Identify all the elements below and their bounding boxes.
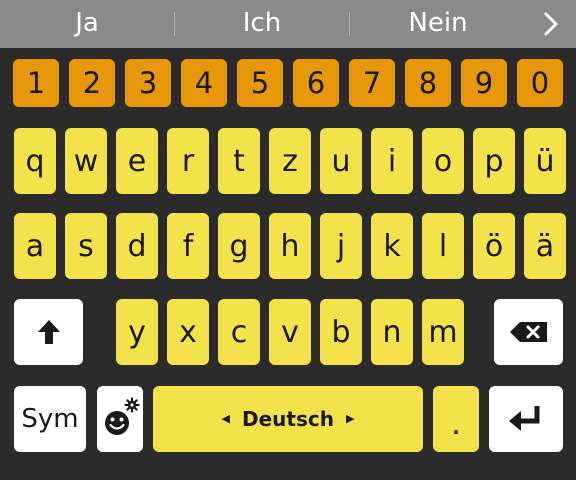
key-x[interactable]: x xyxy=(167,299,209,365)
emoji-settings-icon xyxy=(105,397,140,435)
key-h[interactable]: h xyxy=(269,213,311,279)
key-r[interactable]: r xyxy=(167,128,209,194)
key-8[interactable]: 8 xyxy=(405,59,451,107)
key-l[interactable]: l xyxy=(422,213,464,279)
key-y[interactable]: y xyxy=(116,299,158,365)
key-o[interactable]: o xyxy=(422,128,464,194)
spacebar-label: Deutsch xyxy=(242,407,334,431)
key-b[interactable]: b xyxy=(320,299,362,365)
key-p[interactable]: p xyxy=(473,128,515,194)
suggestion-strip: Ja Ich Nein xyxy=(0,0,576,48)
key-v[interactable]: v xyxy=(269,299,311,365)
key-a[interactable]: a xyxy=(14,213,56,279)
shift-up-arrow-icon xyxy=(37,320,60,344)
key-f[interactable]: f xyxy=(167,213,209,279)
key-n[interactable]: n xyxy=(371,299,413,365)
shift-key[interactable] xyxy=(14,299,83,365)
emoji-key[interactable] xyxy=(97,386,143,452)
language-prev-arrow-icon: ◀ xyxy=(221,411,231,425)
key-k[interactable]: k xyxy=(371,213,413,279)
key-1[interactable]: 1 xyxy=(13,59,59,107)
key-5[interactable]: 5 xyxy=(237,59,283,107)
key-w[interactable]: w xyxy=(65,128,107,194)
key-q[interactable]: q xyxy=(14,128,56,194)
key-d[interactable]: d xyxy=(116,213,158,279)
key-o-umlaut[interactable]: ö xyxy=(473,213,515,279)
suggestion-1[interactable]: Ja xyxy=(0,0,174,48)
key-c[interactable]: c xyxy=(218,299,260,365)
key-9[interactable]: 9 xyxy=(461,59,507,107)
backspace-icon xyxy=(509,322,547,342)
key-i[interactable]: i xyxy=(371,128,413,194)
key-m[interactable]: m xyxy=(422,299,464,365)
key-0[interactable]: 0 xyxy=(517,59,563,107)
language-next-arrow-icon: ▶ xyxy=(345,411,355,425)
key-a-umlaut[interactable]: ä xyxy=(524,213,566,279)
key-3[interactable]: 3 xyxy=(125,59,171,107)
key-j[interactable]: j xyxy=(320,213,362,279)
key-u[interactable]: u xyxy=(320,128,362,194)
enter-key[interactable] xyxy=(489,386,563,452)
sym-key[interactable]: Sym xyxy=(14,386,86,452)
key-z[interactable]: z xyxy=(269,128,311,194)
key-u-umlaut[interactable]: ü xyxy=(524,128,566,194)
suggestion-3[interactable]: Nein xyxy=(350,0,526,48)
backspace-key[interactable] xyxy=(494,299,563,365)
key-t[interactable]: t xyxy=(218,128,260,194)
key-g[interactable]: g xyxy=(218,213,260,279)
key-e[interactable]: e xyxy=(116,128,158,194)
key-7[interactable]: 7 xyxy=(349,59,395,107)
period-key[interactable]: . xyxy=(433,386,479,452)
suggestion-2[interactable]: Ich xyxy=(175,0,349,48)
key-6[interactable]: 6 xyxy=(293,59,339,107)
enter-icon xyxy=(509,406,540,431)
chevron-right-icon[interactable] xyxy=(536,8,568,40)
spacebar-language-key[interactable]: ◀ Deutsch ▶ xyxy=(153,386,423,452)
key-s[interactable]: s xyxy=(65,213,107,279)
key-4[interactable]: 4 xyxy=(181,59,227,107)
key-2[interactable]: 2 xyxy=(69,59,115,107)
